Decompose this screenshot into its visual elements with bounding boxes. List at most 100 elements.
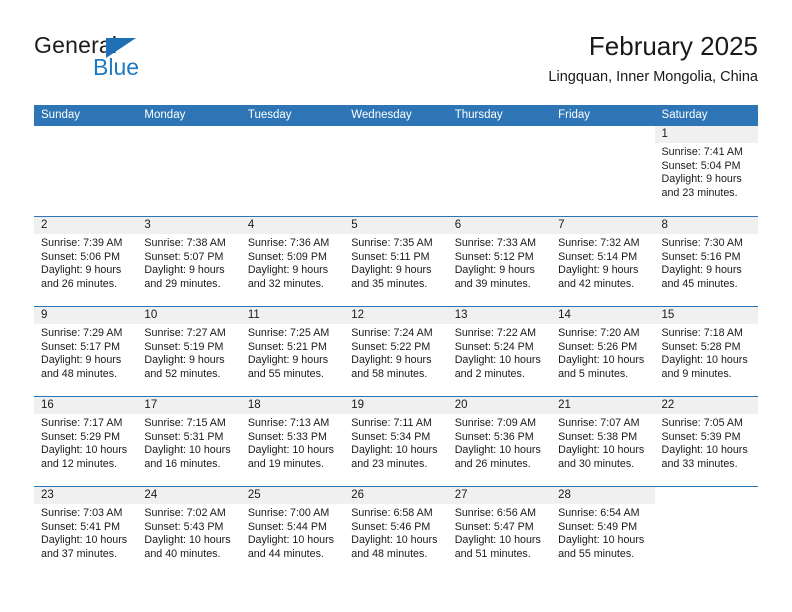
day-number-band: 15 [654, 307, 758, 324]
day-number: 6 [454, 219, 462, 231]
calendar-day-cell[interactable]: 1 Sunrise: 7:41 AM Sunset: 5:04 PM Daylight… [654, 126, 758, 216]
calendar-day-cell[interactable]: 10 Sunrise: 7:27 AM Sunset: 5:19 PM Dayligh… [137, 307, 241, 396]
day-number-band: 28 [551, 487, 655, 504]
calendar-day-cell[interactable]: 12 Sunrise: 7:24 AM Sunset: 5:22 PM Dayligh… [344, 307, 448, 396]
day-number: 8 [661, 219, 668, 231]
daylight-text: Daylight: 10 hours and 55 minutes. [558, 534, 645, 560]
sunset-text: Sunset: 5:46 PM [351, 520, 431, 533]
calendar-cell-empty [655, 487, 758, 576]
daylight-text: Daylight: 9 hours and 32 minutes. [247, 264, 329, 290]
calendar-day-cell[interactable]: 9 Sunrise: 7:29 AM Sunset: 5:17 PM Daylight… [34, 307, 138, 396]
day-number-band: 1 [654, 126, 758, 143]
calendar-day-cell[interactable]: 24 Sunrise: 7:02 AM Sunset: 5:43 PM Dayligh… [137, 487, 241, 576]
sunrise-text: Sunrise: 6:58 AM [351, 507, 433, 519]
calendar-day-cell[interactable]: 22 Sunrise: 7:05 AM Sunset: 5:39 PM Dayligh… [654, 397, 758, 486]
calendar-cell-empty [551, 126, 654, 216]
sunrise-text: Sunrise: 7:20 AM [558, 327, 640, 339]
sunrise-text: Sunrise: 7:36 AM [247, 237, 330, 249]
calendar-day-cell[interactable]: 8 Sunrise: 7:30 AM Sunset: 5:16 PM Daylight… [654, 217, 758, 306]
calendar-week-row: 23 Sunrise: 7:03 AM Sunset: 5:41 PM Dayligh… [34, 486, 758, 576]
weekday-header-sunday: Sunday [41, 109, 81, 121]
weekday-header-friday: Friday [558, 109, 591, 121]
day-sun-info: Sunrise: 7:13 AM Sunset: 5:33 PM Daylight:… [241, 414, 344, 471]
calendar-day-cell[interactable]: 15 Sunrise: 7:18 AM Sunset: 5:28 PM Dayligh… [654, 307, 758, 396]
daylight-text: Daylight: 10 hours and 33 minutes. [661, 444, 748, 470]
day-sun-info: Sunrise: 7:24 AM Sunset: 5:22 PM Daylight:… [344, 324, 447, 381]
calendar-day-cell[interactable]: 5 Sunrise: 7:35 AM Sunset: 5:11 PM Daylight… [344, 217, 448, 306]
calendar-day-cell[interactable]: 3 Sunrise: 7:38 AM Sunset: 5:07 PM Daylight… [137, 217, 241, 306]
day-number: 21 [558, 399, 571, 411]
sunrise-text: Sunrise: 7:18 AM [661, 327, 743, 339]
calendar-day-cell[interactable]: 23 Sunrise: 7:03 AM Sunset: 5:41 PM Dayligh… [34, 487, 138, 576]
day-number: 23 [41, 489, 54, 501]
calendar-day-cell[interactable]: 11 Sunrise: 7:25 AM Sunset: 5:21 PM Dayligh… [240, 307, 345, 396]
day-number-band [34, 126, 137, 143]
calendar-day-cell[interactable]: 19 Sunrise: 7:11 AM Sunset: 5:34 PM Dayligh… [344, 397, 448, 486]
sunset-text: Sunset: 5:22 PM [351, 340, 431, 353]
day-number-band: 10 [137, 307, 241, 324]
daylight-text: Daylight: 10 hours and 9 minutes. [661, 354, 748, 380]
calendar-day-cell[interactable]: 13 Sunrise: 7:22 AM Sunset: 5:24 PM Dayligh… [447, 307, 552, 396]
day-sun-info: Sunrise: 7:30 AM Sunset: 5:16 PM Daylight:… [655, 234, 758, 291]
daylight-text: Daylight: 9 hours and 39 minutes. [454, 264, 535, 290]
calendar-day-cell[interactable]: 4 Sunrise: 7:36 AM Sunset: 5:09 PM Daylight… [240, 217, 345, 306]
day-number: 14 [558, 309, 571, 321]
calendar-day-cell[interactable]: 18 Sunrise: 7:13 AM Sunset: 5:33 PM Dayligh… [240, 397, 345, 486]
page-title: February 2025 [588, 31, 758, 61]
day-number-band: 21 [551, 397, 655, 414]
sunrise-text: Sunrise: 7:35 AM [351, 237, 433, 249]
calendar-cell-empty [448, 126, 551, 216]
daylight-text: Daylight: 9 hours and 58 minutes. [351, 354, 432, 380]
daylight-text: Daylight: 9 hours and 55 minutes. [247, 354, 329, 380]
day-number: 17 [144, 399, 158, 411]
day-number-band [551, 126, 654, 143]
day-number-band [344, 126, 447, 143]
calendar-day-cell[interactable]: 16 Sunrise: 7:17 AM Sunset: 5:29 PM Dayligh… [34, 397, 138, 486]
day-number-band: 3 [137, 217, 241, 234]
day-number-band: 26 [344, 487, 448, 504]
sunrise-text: Sunrise: 7:00 AM [247, 507, 330, 519]
sunrise-text: Sunrise: 7:05 AM [661, 417, 743, 429]
calendar-day-cell[interactable]: 25 Sunrise: 7:00 AM Sunset: 5:44 PM Dayligh… [240, 487, 345, 576]
sunset-text: Sunset: 5:07 PM [144, 250, 224, 263]
calendar-day-cell[interactable]: 6 Sunrise: 7:33 AM Sunset: 5:12 PM Daylight… [447, 217, 552, 306]
sunrise-text: Sunrise: 7:02 AM [144, 507, 226, 519]
calendar-grid: Sunday Monday Tuesday Wednesday Thursday Frid… [34, 105, 758, 576]
sunrise-text: Sunrise: 7:15 AM [144, 417, 226, 429]
day-sun-info: Sunrise: 7:41 AM Sunset: 5:04 PM Daylight:… [655, 143, 758, 200]
sunset-text: Sunset: 5:36 PM [454, 430, 534, 443]
brand-logo[interactable]: General Blue [34, 30, 264, 90]
day-sun-info: Sunrise: 7:07 AM Sunset: 5:38 PM Daylight:… [551, 414, 654, 471]
day-number-band: 19 [344, 397, 448, 414]
calendar-day-cell[interactable]: 26 Sunrise: 6:58 AM Sunset: 5:46 PM Dayligh… [344, 487, 448, 576]
day-number: 16 [41, 399, 54, 411]
day-sun-info: Sunrise: 6:58 AM Sunset: 5:46 PM Daylight:… [344, 504, 447, 561]
day-sun-info: Sunrise: 7:11 AM Sunset: 5:34 PM Daylight:… [344, 414, 447, 471]
calendar-page: General Blue February 2025 Lingquan, Inn… [0, 0, 792, 612]
calendar-week-row: 9 Sunrise: 7:29 AM Sunset: 5:17 PM Daylight… [34, 306, 758, 396]
calendar-day-cell[interactable]: 14 Sunrise: 7:20 AM Sunset: 5:26 PM Dayligh… [551, 307, 655, 396]
day-number: 9 [41, 309, 48, 321]
calendar-day-cell[interactable]: 28 Sunrise: 6:54 AM Sunset: 5:49 PM Dayligh… [551, 487, 655, 576]
sunrise-text: Sunrise: 7:24 AM [351, 327, 433, 339]
sunrise-text: Sunrise: 7:07 AM [558, 417, 640, 429]
calendar-day-cell[interactable]: 27 Sunrise: 6:56 AM Sunset: 5:47 PM Dayligh… [447, 487, 552, 576]
day-sun-info: Sunrise: 7:02 AM Sunset: 5:43 PM Daylight:… [137, 504, 240, 561]
day-sun-info: Sunrise: 7:05 AM Sunset: 5:39 PM Daylight:… [655, 414, 758, 471]
sunset-text: Sunset: 5:26 PM [558, 340, 638, 353]
calendar-day-cell[interactable]: 17 Sunrise: 7:15 AM Sunset: 5:31 PM Dayligh… [137, 397, 241, 486]
calendar-day-cell[interactable]: 2 Sunrise: 7:39 AM Sunset: 5:06 PM Daylight… [34, 217, 138, 306]
day-number: 11 [247, 309, 260, 321]
sunrise-text: Sunrise: 6:56 AM [454, 507, 537, 519]
day-number: 27 [454, 489, 468, 501]
calendar-day-cell[interactable]: 7 Sunrise: 7:32 AM Sunset: 5:14 PM Daylight… [551, 217, 655, 306]
day-number-band: 11 [240, 307, 345, 324]
day-number-band: 13 [447, 307, 552, 324]
sunrise-text: Sunrise: 7:29 AM [41, 327, 123, 339]
day-number: 24 [144, 489, 158, 501]
day-number: 25 [247, 489, 261, 501]
day-number-band: 18 [240, 397, 345, 414]
sunset-text: Sunset: 5:31 PM [144, 430, 224, 443]
calendar-day-cell[interactable]: 20 Sunrise: 7:09 AM Sunset: 5:36 PM Dayligh… [447, 397, 552, 486]
calendar-day-cell[interactable]: 21 Sunrise: 7:07 AM Sunset: 5:38 PM Dayligh… [551, 397, 655, 486]
